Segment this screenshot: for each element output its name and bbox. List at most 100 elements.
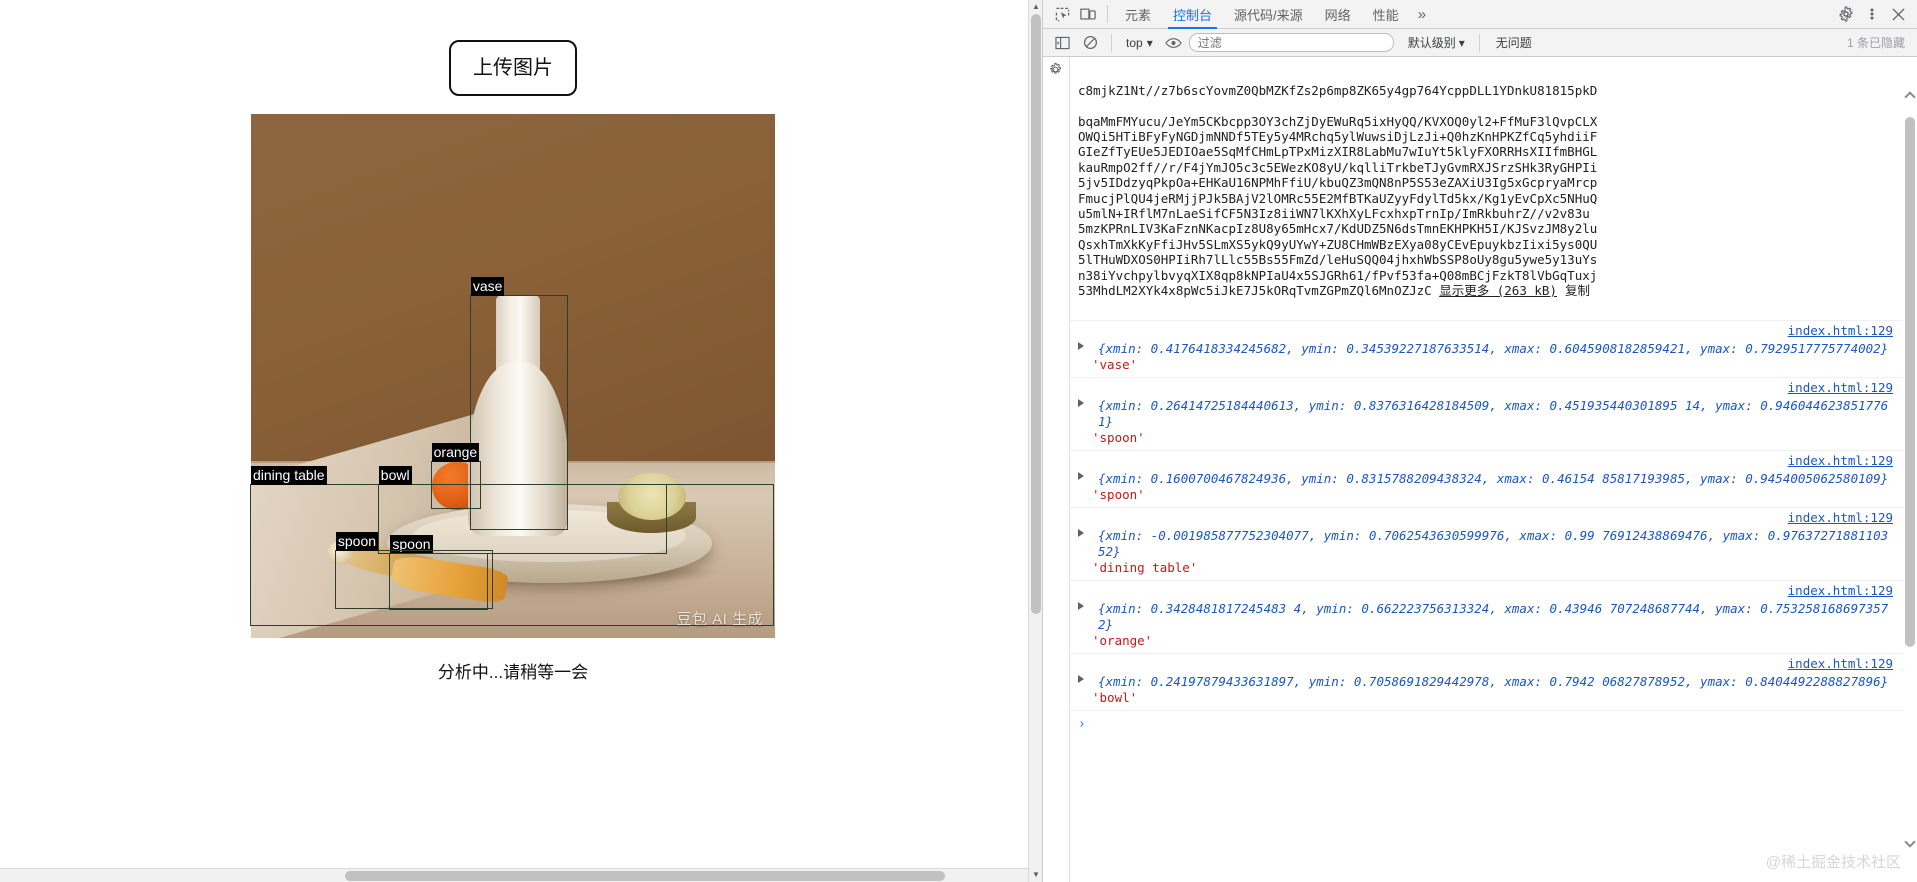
devtools-tab-bar: 元素 控制台 源代码/来源 网络 性能 » xyxy=(1043,0,1917,29)
console-scroll-area: c8mjkZ1Nt//z7b6scYovmZ0QbMZKfZs2p6mp8ZK6… xyxy=(1070,57,1903,882)
analysis-status-text: 分析中...请稍等一会 xyxy=(437,663,589,682)
upload-section: 上传图片 xyxy=(0,0,1026,96)
page-hscroll-thumb[interactable] xyxy=(345,871,945,881)
devtools-panel: 元素 控制台 源代码/来源 网络 性能 » top ▾ 过滤 默认级别 ▾ 无问… xyxy=(1042,0,1917,882)
blob-body: bqaMmFMYucu/JeYm5CKbcpp3OY3chZjDyEWuRq5i… xyxy=(1078,113,1598,299)
console-toolbar: top ▾ 默认级别 ▾ 无问题 1 条已隐藏 xyxy=(1043,29,1917,57)
hidden-messages-count[interactable]: 1 条已隐藏 xyxy=(1847,34,1911,51)
detection-label: bowl xyxy=(378,465,412,485)
copy-link[interactable]: 复制 xyxy=(1565,283,1590,298)
console-scroll-thumb[interactable] xyxy=(1905,117,1915,647)
log-source-link[interactable]: index.html:129 xyxy=(1788,380,1893,396)
page-scroll-thumb[interactable] xyxy=(1031,14,1041,614)
console-log-entry[interactable]: index.html:129 {xmin: 0.26414725184440613… xyxy=(1070,378,1903,451)
log-string-value: 'spoon' xyxy=(1092,429,1145,445)
chevron-down-icon: ▾ xyxy=(1146,35,1153,50)
show-more-link[interactable]: 显示更多 (263 kB) xyxy=(1439,283,1557,298)
image-watermark: 豆包 AI 生成 xyxy=(676,611,763,628)
toolbar-divider-1 xyxy=(1111,33,1112,52)
page-horizontal-scrollbar[interactable] xyxy=(0,868,1028,882)
tab-sources[interactable]: 源代码/来源 xyxy=(1223,0,1314,29)
inspect-element-icon[interactable] xyxy=(1049,2,1075,26)
detection-label: spoon xyxy=(390,534,433,554)
prompt-caret-icon: › xyxy=(1078,716,1086,732)
live-expression-eye-icon[interactable] xyxy=(1161,31,1187,55)
console-filter-input[interactable] xyxy=(1188,33,1394,52)
log-source-link[interactable]: index.html:129 xyxy=(1788,323,1893,339)
devtools-watermark: @稀土掘金技术社区 xyxy=(1765,854,1901,871)
detection-label: dining table xyxy=(250,466,327,486)
console-message-list[interactable]: c8mjkZ1Nt//z7b6scYovmZ0QbMZKfZs2p6mp8ZK6… xyxy=(1070,57,1917,882)
page-content: 上传图片 豆包 AI 生成 vase spoon spoon dining ta… xyxy=(0,0,1026,683)
console-scroll-up-arrow[interactable] xyxy=(1904,91,1916,103)
detection-label: vase xyxy=(470,276,505,296)
console-blob-message[interactable]: c8mjkZ1Nt//z7b6scYovmZ0QbMZKfZs2p6mp8ZK6… xyxy=(1070,57,1903,321)
close-icon[interactable] xyxy=(1885,2,1911,26)
log-string-value: 'dining table' xyxy=(1092,559,1198,575)
devtools-tabbar-right xyxy=(1833,2,1911,26)
log-level-select[interactable]: 默认级别 ▾ xyxy=(1402,32,1471,53)
tab-performance[interactable]: 性能 xyxy=(1362,0,1410,29)
detection-label: orange xyxy=(431,442,480,462)
log-source-link[interactable]: index.html:129 xyxy=(1788,453,1893,469)
tab-network[interactable]: 网络 xyxy=(1314,0,1362,29)
expand-arrow-icon[interactable] xyxy=(1078,398,1084,407)
tab-network-label: 网络 xyxy=(1324,7,1351,23)
log-level-value: 默认级别 xyxy=(1407,36,1456,50)
expand-arrow-icon[interactable] xyxy=(1078,471,1084,480)
image-vase-body xyxy=(468,362,568,536)
execution-context-value: top xyxy=(1126,35,1143,50)
expand-arrow-icon[interactable] xyxy=(1078,341,1084,350)
scroll-up-arrow[interactable]: ▲ xyxy=(1029,0,1042,14)
more-options-icon[interactable] xyxy=(1859,2,1885,26)
page-vertical-scrollbar[interactable]: ▲ ▼ xyxy=(1028,0,1042,882)
expand-arrow-icon[interactable] xyxy=(1078,601,1084,610)
log-source-link[interactable]: index.html:129 xyxy=(1788,583,1893,599)
log-object-value: {xmin: 0.24197879433631897, ymin: 0.7058… xyxy=(1098,673,1889,689)
still-life-image: 豆包 AI 生成 xyxy=(251,114,775,638)
detection-label: spoon xyxy=(335,531,379,551)
log-string-value: 'orange' xyxy=(1092,632,1153,648)
gear-icon[interactable] xyxy=(1833,2,1859,26)
log-object-value: {xmin: 0.3428481817245483 4, ymin: 0.662… xyxy=(1098,600,1889,632)
console-sidebar-strip xyxy=(1043,57,1070,882)
console-log-entry[interactable]: index.html:129 {xmin: 0.4176418334245682,… xyxy=(1070,321,1903,378)
log-string-value: 'bowl' xyxy=(1092,689,1138,705)
tab-console-label: 控制台 xyxy=(1173,7,1213,23)
chevron-down-icon: ▾ xyxy=(1458,35,1465,50)
log-string-value: 'spoon' xyxy=(1092,486,1145,502)
clear-console-icon[interactable] xyxy=(1077,31,1103,55)
console-log-entry[interactable]: index.html:129 {xmin: 0.24197879433631897… xyxy=(1070,654,1903,711)
execution-context-select[interactable]: top ▾ xyxy=(1120,34,1159,52)
tab-elements-label: 元素 xyxy=(1125,7,1152,23)
tab-console[interactable]: 控制台 xyxy=(1162,0,1223,29)
device-toolbar-icon[interactable] xyxy=(1075,2,1101,26)
log-string-value: 'vase' xyxy=(1092,356,1138,372)
issues-status[interactable]: 无问题 xyxy=(1496,34,1532,51)
tabbar-divider xyxy=(1107,5,1108,23)
log-source-link[interactable]: index.html:129 xyxy=(1788,510,1893,526)
image-vase xyxy=(468,294,568,536)
console-settings-gear-icon[interactable] xyxy=(1048,62,1063,82)
console-log-entry[interactable]: index.html:129 {xmin: -0.0019858777523040… xyxy=(1070,508,1903,581)
tab-performance-label: 性能 xyxy=(1372,7,1399,23)
console-sidebar-toggle-icon[interactable] xyxy=(1049,31,1075,55)
detection-canvas[interactable]: 豆包 AI 生成 vase spoon spoon dining table orang… xyxy=(249,114,775,638)
console-vertical-scrollbar[interactable] xyxy=(1903,57,1917,882)
scroll-down-arrow[interactable]: ▼ xyxy=(1029,868,1042,882)
log-object-value: {xmin: 0.26414725184440613, ymin: 0.8376… xyxy=(1098,397,1889,429)
browser-page-viewport: 上传图片 豆包 AI 生成 vase spoon spoon dining ta… xyxy=(0,0,1042,882)
console-scroll-down-arrow[interactable] xyxy=(1904,836,1916,848)
log-source-link[interactable]: index.html:129 xyxy=(1788,656,1893,672)
more-tabs-icon[interactable]: » xyxy=(1410,6,1434,23)
tab-sources-label: 源代码/来源 xyxy=(1234,7,1303,23)
expand-arrow-icon[interactable] xyxy=(1078,674,1084,683)
image-lemon xyxy=(617,472,686,521)
console-log-entries: index.html:129 {xmin: 0.4176418334245682,… xyxy=(1070,321,1903,711)
tab-elements[interactable]: 元素 xyxy=(1114,0,1162,29)
upload-image-button[interactable]: 上传图片 xyxy=(449,40,577,96)
console-prompt[interactable]: › xyxy=(1070,711,1903,733)
console-log-entry[interactable]: index.html:129 {xmin: 0.3428481817245483 … xyxy=(1070,581,1903,654)
expand-arrow-icon[interactable] xyxy=(1078,528,1084,537)
console-log-entry[interactable]: index.html:129 {xmin: 0.1600700467824936,… xyxy=(1070,451,1903,508)
